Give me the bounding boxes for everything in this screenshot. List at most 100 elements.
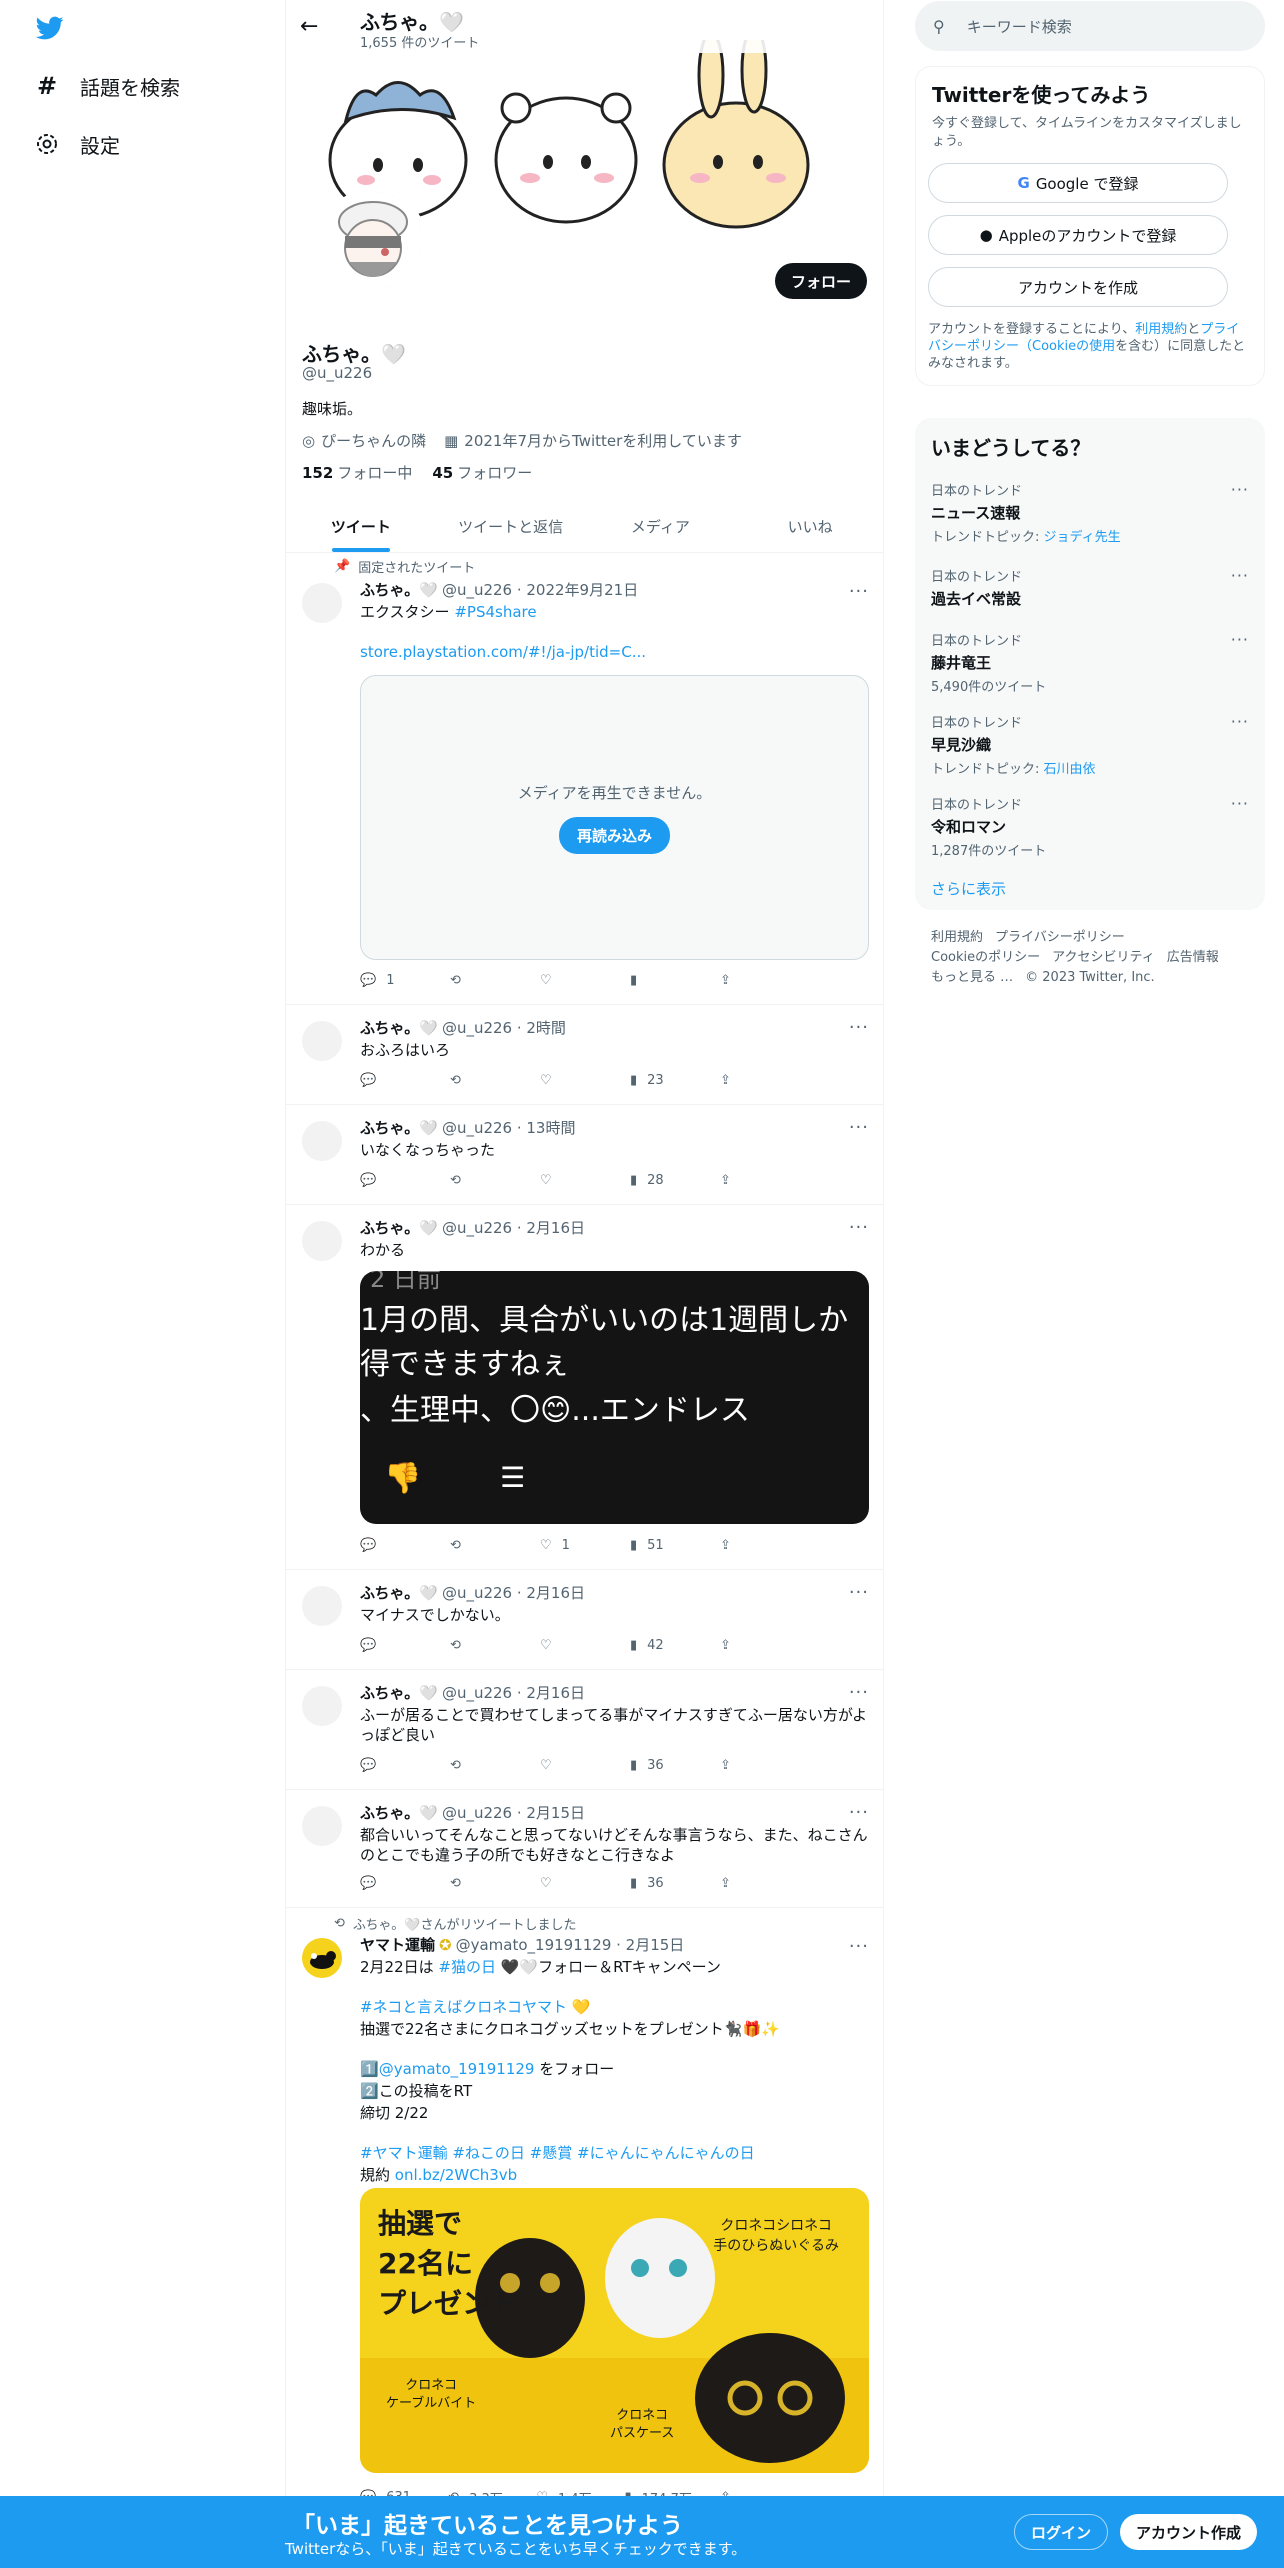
tweet-hashtags[interactable]: #ヤマト運輸 #ねこの日 #懸賞 #にゃんにゃんにゃんの日 [360,2143,869,2163]
like-button[interactable]: ♡ [540,973,600,988]
share-button[interactable]: ⇪ [720,1638,780,1653]
footer-link[interactable]: 広告情報 [1167,950,1219,965]
tweet-author[interactable]: ふちゃ。🤍 [360,1802,438,1823]
tweet-hashtag[interactable]: #ネコと言えばクロネコヤマト [360,1998,567,2016]
share-button[interactable]: ⇪ [720,1876,780,1891]
more-icon[interactable]: ··· [849,1582,869,1603]
more-icon[interactable]: ··· [1231,630,1249,649]
reply-button[interactable]: 💬 [360,1876,420,1891]
more-icon[interactable]: ··· [1231,480,1249,499]
tweet-avatar[interactable] [302,1806,342,1846]
tab-tweets[interactable]: ツイート [286,500,436,552]
reply-button[interactable]: 💬 1 [360,973,420,988]
like-button[interactable]: ♡ 1 [540,1538,600,1553]
retweet-button[interactable]: ⟲ [450,973,510,988]
more-icon[interactable]: ··· [849,1117,869,1138]
views-button[interactable]: ▮ 42 [630,1638,690,1653]
share-button[interactable]: ⇪ [720,1173,780,1188]
more-icon[interactable]: ··· [849,1682,869,1703]
like-button[interactable]: ♡ [540,1638,600,1653]
tweet-avatar[interactable] [302,1686,342,1726]
signup-button[interactable]: アカウント作成 [1120,2514,1258,2550]
retweet-button[interactable]: ⟲ [450,1876,510,1891]
like-button[interactable]: ♡ [540,1876,600,1891]
footer-link[interactable]: アクセシビリティ [1052,950,1155,965]
following-link[interactable]: 152 フォロー中 [302,462,412,483]
login-button[interactable]: ログイン [1014,2514,1109,2550]
tweet-avatar[interactable] [302,1121,342,1161]
nav-settings[interactable]: 設定 [34,124,120,164]
more-icon[interactable]: ··· [849,1017,869,1038]
trend-item[interactable]: 日本のトレンド 令和ロマン 1,287件のツイート ··· [931,794,1249,859]
trend-item[interactable]: 日本のトレンド 過去イベ常設 ··· [931,566,1249,609]
back-arrow-icon[interactable]: ← [300,14,318,39]
retweet-button[interactable]: ⟲ [450,1073,510,1088]
retweet-button[interactable]: ⟲ [450,1173,510,1188]
apple-signup-button[interactable]: ● Appleのアカウントで登録 [928,215,1228,255]
tweet-mention[interactable]: @yamato_19191129 [379,2060,535,2078]
tweet[interactable]: ふちゃ。🤍 @u_u226 · 2月16日 マイナスでしかない。 ··· 💬 ⟲ … [286,1570,883,1670]
footer-link[interactable]: Cookieのポリシー [931,950,1040,965]
tweet-hashtag[interactable]: #猫の日 [438,1958,496,1976]
tweet-pinned[interactable]: 📌 固定されたツイート ふちゃ。🤍 @u_u226 · 2022年9月21日 エクス… [286,553,883,1005]
views-button[interactable]: ▮ 23 [630,1073,690,1088]
tweet[interactable]: ふちゃ。🤍 @u_u226 · 2月15日 都合いいってそんなこと思ってないけどそ… [286,1790,883,1908]
more-icon[interactable]: ··· [849,1217,869,1238]
views-button[interactable]: ▮ 51 [630,1538,690,1553]
tweet-author[interactable]: ふちゃ。🤍 [360,1582,438,1603]
more-icon[interactable]: ··· [849,1802,869,1823]
share-button[interactable]: ⇪ [720,973,780,988]
trend-topic-link[interactable]: ジョディ先生 [1044,530,1121,545]
tweet-author[interactable]: ヤマト運輸 [360,1934,435,1955]
tweet-avatar[interactable] [302,1938,342,1978]
follow-button[interactable]: フォロー [774,263,867,299]
views-button[interactable]: ▮ 36 [630,1758,690,1773]
like-button[interactable]: ♡ [540,1073,600,1088]
views-button[interactable]: ▮ [630,973,690,988]
tweet-author[interactable]: ふちゃ。🤍 [360,1017,438,1038]
tweet-retweeted[interactable]: ⟲ ふちゃ。🤍さんがリツイートしました ヤマト運輸 ✪ @yamato_1919112… [286,1908,883,2508]
footer-link[interactable]: 利用規約 [931,930,983,945]
tweet[interactable]: ふちゃ。🤍 @u_u226 · 2月16日 わかる ··· 2 日前 1月の間、具… [286,1205,883,1570]
tweet-image[interactable]: 抽選で 22名に プレゼント クロネコシロネコ 手のひらぬいぐるみ クロネコ ケ… [360,2188,869,2473]
retweet-button[interactable]: ⟲ [450,1758,510,1773]
tweet-avatar[interactable] [302,1021,342,1061]
reply-button[interactable]: 💬 [360,1073,420,1088]
more-icon[interactable]: ··· [849,581,869,602]
tab-tweets-replies[interactable]: ツイートと返信 [436,500,586,552]
tweet-avatar[interactable] [302,1221,342,1261]
tweet-author[interactable]: ふちゃ。🤍 [360,1117,438,1138]
share-button[interactable]: ⇪ [720,1758,780,1773]
profile-avatar[interactable] [321,188,426,293]
trend-item[interactable]: 日本のトレンド ニュース速報 トレンドトピック: ジョディ先生 ··· [931,480,1249,545]
tweet-author[interactable]: ふちゃ。🤍 [360,579,438,600]
tweet[interactable]: ふちゃ。🤍 @u_u226 · 2月16日 ふーが居ることで買わせてしまってる事が… [286,1670,883,1790]
retweet-button[interactable]: ⟲ [450,1638,510,1653]
footer-link[interactable]: プライバシーポリシー [995,930,1125,945]
trend-item[interactable]: 日本のトレンド 早見沙織 トレンドトピック: 石川由依 ··· [931,712,1249,777]
more-icon[interactable]: ··· [1231,794,1249,813]
nav-explore[interactable]: # 話題を検索 [34,66,180,106]
footer-more-link[interactable]: もっと見る … [931,970,1013,985]
tweet-hashtag[interactable]: #PS4share [454,603,536,621]
reply-button[interactable]: 💬 [360,1638,420,1653]
trend-topic-link[interactable]: 石川由依 [1044,762,1096,777]
tab-likes[interactable]: いいね [735,500,883,552]
followers-link[interactable]: 45 フォロワー [432,462,532,483]
like-button[interactable]: ♡ [540,1173,600,1188]
reload-button[interactable]: 再読み込み [558,816,670,854]
views-button[interactable]: ▮ 28 [630,1173,690,1188]
tweet[interactable]: ふちゃ。🤍 @u_u226 · 2時間 おふろはいろ ··· 💬 ⟲ ♡ ▮ 23 … [286,1005,883,1105]
tweet[interactable]: ふちゃ。🤍 @u_u226 · 13時間 いなくなっちゃった ··· 💬 ⟲ ♡ … [286,1105,883,1205]
share-button[interactable]: ⇪ [720,1538,780,1553]
tweet-author[interactable]: ふちゃ。🤍 [360,1217,438,1238]
trend-item[interactable]: 日本のトレンド 藤井竜王 5,490件のツイート ··· [931,630,1249,695]
search-input[interactable]: ⚲ キーワード検索 [915,1,1265,51]
tweet-avatar[interactable] [302,583,342,623]
terms-link[interactable]: 利用規約 [1135,322,1187,337]
more-icon[interactable]: ··· [1231,712,1249,731]
tweet-image[interactable]: 2 日前 1月の間、具合がいいのは1週間しか 得できますねぇ 、生理中、〇😊..… [360,1271,869,1524]
reply-button[interactable]: 💬 [360,1758,420,1773]
tab-media[interactable]: メディア [586,500,736,552]
show-more-link[interactable]: さらに表示 [931,878,1006,899]
